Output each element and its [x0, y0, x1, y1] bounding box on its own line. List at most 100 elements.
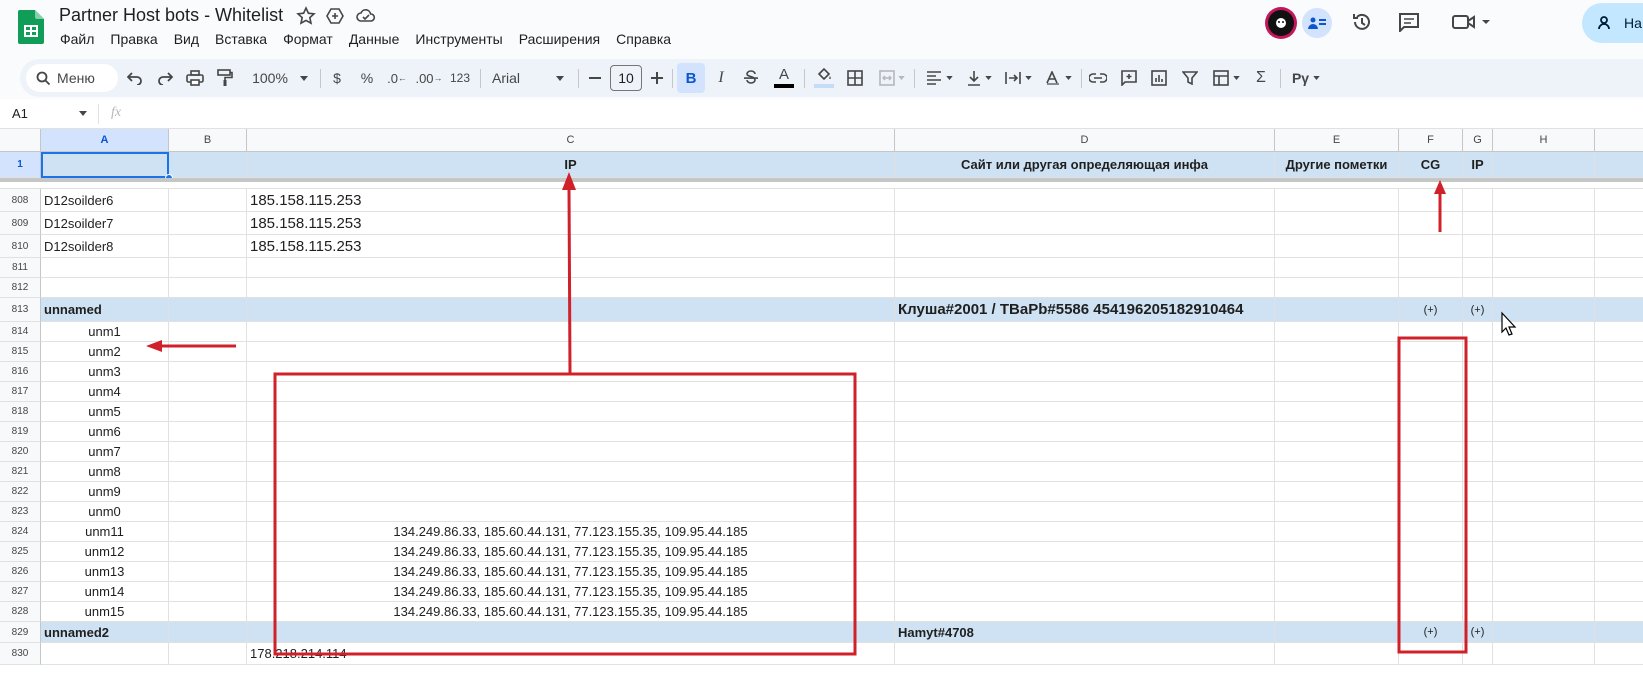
cell-b809[interactable]	[169, 212, 247, 235]
redo-button[interactable]	[154, 59, 176, 97]
row-header-817[interactable]: 817	[0, 382, 41, 402]
cell-d808[interactable]	[895, 189, 1275, 212]
cell-h811[interactable]	[1493, 258, 1595, 278]
spreadsheet-grid[interactable]: A B C D E F G H 1 IP Сайт или другая определяющая …	[0, 129, 1643, 692]
cell-a813[interactable]: unnamed	[41, 298, 169, 322]
cell-d817[interactable]	[895, 382, 1275, 402]
cell-e813[interactable]	[1275, 298, 1399, 322]
cell-b811[interactable]	[169, 258, 247, 278]
row-header-823[interactable]: 823	[0, 502, 41, 522]
row-header-808[interactable]: 808	[0, 189, 41, 212]
cell-d830[interactable]	[895, 643, 1275, 665]
header-cell-b[interactable]	[169, 152, 247, 178]
cell-c825[interactable]: 134.249.86.33, 185.60.44.131, 77.123.155…	[247, 542, 895, 562]
cell-d818[interactable]	[895, 402, 1275, 422]
cell-h825[interactable]	[1493, 542, 1595, 562]
cell-e822[interactable]	[1275, 482, 1399, 502]
column-header-b[interactable]: B	[169, 129, 247, 152]
cell-d827[interactable]	[895, 582, 1275, 602]
cell-blank-824[interactable]	[1595, 522, 1643, 542]
cell-d826[interactable]	[895, 562, 1275, 582]
cell-f819[interactable]	[1399, 422, 1463, 442]
cell-c826[interactable]: 134.249.86.33, 185.60.44.131, 77.123.155…	[247, 562, 895, 582]
cell-g813[interactable]: (+)	[1463, 298, 1493, 322]
search-menus[interactable]: Меню	[26, 64, 118, 92]
zoom-select[interactable]: 100%	[245, 59, 315, 97]
header-cell-e[interactable]: Другие пометки	[1275, 152, 1399, 178]
cell-b815[interactable]	[169, 342, 247, 362]
increase-font-size-button[interactable]	[648, 59, 666, 97]
cell-e824[interactable]	[1275, 522, 1399, 542]
cell-f813[interactable]: (+)	[1399, 298, 1463, 322]
more-formats-button[interactable]: 123	[448, 59, 472, 97]
cell-h828[interactable]	[1493, 602, 1595, 622]
cell-g817[interactable]	[1463, 382, 1493, 402]
cell-e808[interactable]	[1275, 189, 1399, 212]
print-button[interactable]	[184, 59, 206, 97]
header-cell-g[interactable]: IP	[1463, 152, 1493, 178]
cell-f820[interactable]	[1399, 442, 1463, 462]
header-cell-c[interactable]: IP	[247, 152, 895, 178]
cell-b812[interactable]	[169, 278, 247, 298]
cell-e815[interactable]	[1275, 342, 1399, 362]
column-header-d[interactable]: D	[895, 129, 1275, 152]
column-header-f[interactable]: F	[1399, 129, 1463, 152]
filter-views-button[interactable]	[1208, 59, 1244, 97]
cell-e830[interactable]	[1275, 643, 1399, 665]
cell-e825[interactable]	[1275, 542, 1399, 562]
cell-c828[interactable]: 134.249.86.33, 185.60.44.131, 77.123.155…	[247, 602, 895, 622]
cell-blank-821[interactable]	[1595, 462, 1643, 482]
merge-cells-button[interactable]	[875, 59, 909, 97]
cell-a828[interactable]: unm15	[41, 602, 169, 622]
increase-decimal-button[interactable]: .00 →	[415, 59, 442, 97]
cell-b830[interactable]	[169, 643, 247, 665]
column-header-h[interactable]: H	[1493, 129, 1595, 152]
column-header-e[interactable]: E	[1275, 129, 1399, 152]
cell-c811[interactable]	[247, 258, 895, 278]
cell-c820[interactable]	[247, 442, 895, 462]
cell-a829[interactable]: unnamed2	[41, 622, 169, 643]
user-avatar[interactable]	[1265, 7, 1297, 39]
row-header-816[interactable]: 816	[0, 362, 41, 382]
column-header-a[interactable]: A	[41, 129, 169, 152]
cell-f818[interactable]	[1399, 402, 1463, 422]
comments-icon[interactable]	[1398, 12, 1420, 32]
row-header-822[interactable]: 822	[0, 482, 41, 502]
cell-b829[interactable]	[169, 622, 247, 643]
cell-blank-823[interactable]	[1595, 502, 1643, 522]
cell-e820[interactable]	[1275, 442, 1399, 462]
menu-edit[interactable]: Правка	[102, 29, 165, 49]
cell-d810[interactable]	[895, 235, 1275, 258]
insert-link-button[interactable]	[1087, 59, 1109, 97]
cell-g820[interactable]	[1463, 442, 1493, 462]
column-header-blank[interactable]	[1595, 129, 1643, 152]
name-box[interactable]: A1	[12, 106, 28, 121]
cell-d828[interactable]	[895, 602, 1275, 622]
cell-b824[interactable]	[169, 522, 247, 542]
cell-h823[interactable]	[1493, 502, 1595, 522]
header-cell-d[interactable]: Сайт или другая определяющая инфа	[895, 152, 1275, 178]
cell-a821[interactable]: unm8	[41, 462, 169, 482]
cell-d815[interactable]	[895, 342, 1275, 362]
menu-extensions[interactable]: Расширения	[511, 29, 608, 49]
cell-h826[interactable]	[1493, 562, 1595, 582]
row-header-1[interactable]: 1	[0, 152, 41, 178]
row-header-810[interactable]: 810	[0, 235, 41, 258]
cell-f812[interactable]	[1399, 278, 1463, 298]
cell-e811[interactable]	[1275, 258, 1399, 278]
menu-help[interactable]: Справка	[608, 29, 679, 49]
row-header-829[interactable]: 829	[0, 622, 41, 643]
cell-a817[interactable]: unm4	[41, 382, 169, 402]
cell-a826[interactable]: unm13	[41, 562, 169, 582]
cell-b826[interactable]	[169, 562, 247, 582]
cell-d821[interactable]	[895, 462, 1275, 482]
cell-g808[interactable]	[1463, 189, 1493, 212]
functions-button[interactable]: Σ	[1250, 59, 1272, 97]
cell-a825[interactable]: unm12	[41, 542, 169, 562]
row-header-820[interactable]: 820	[0, 442, 41, 462]
meet-video-icon[interactable]	[1452, 13, 1492, 31]
cell-b823[interactable]	[169, 502, 247, 522]
cell-b828[interactable]	[169, 602, 247, 622]
cell-h829[interactable]	[1493, 622, 1595, 643]
cell-g811[interactable]	[1463, 258, 1493, 278]
